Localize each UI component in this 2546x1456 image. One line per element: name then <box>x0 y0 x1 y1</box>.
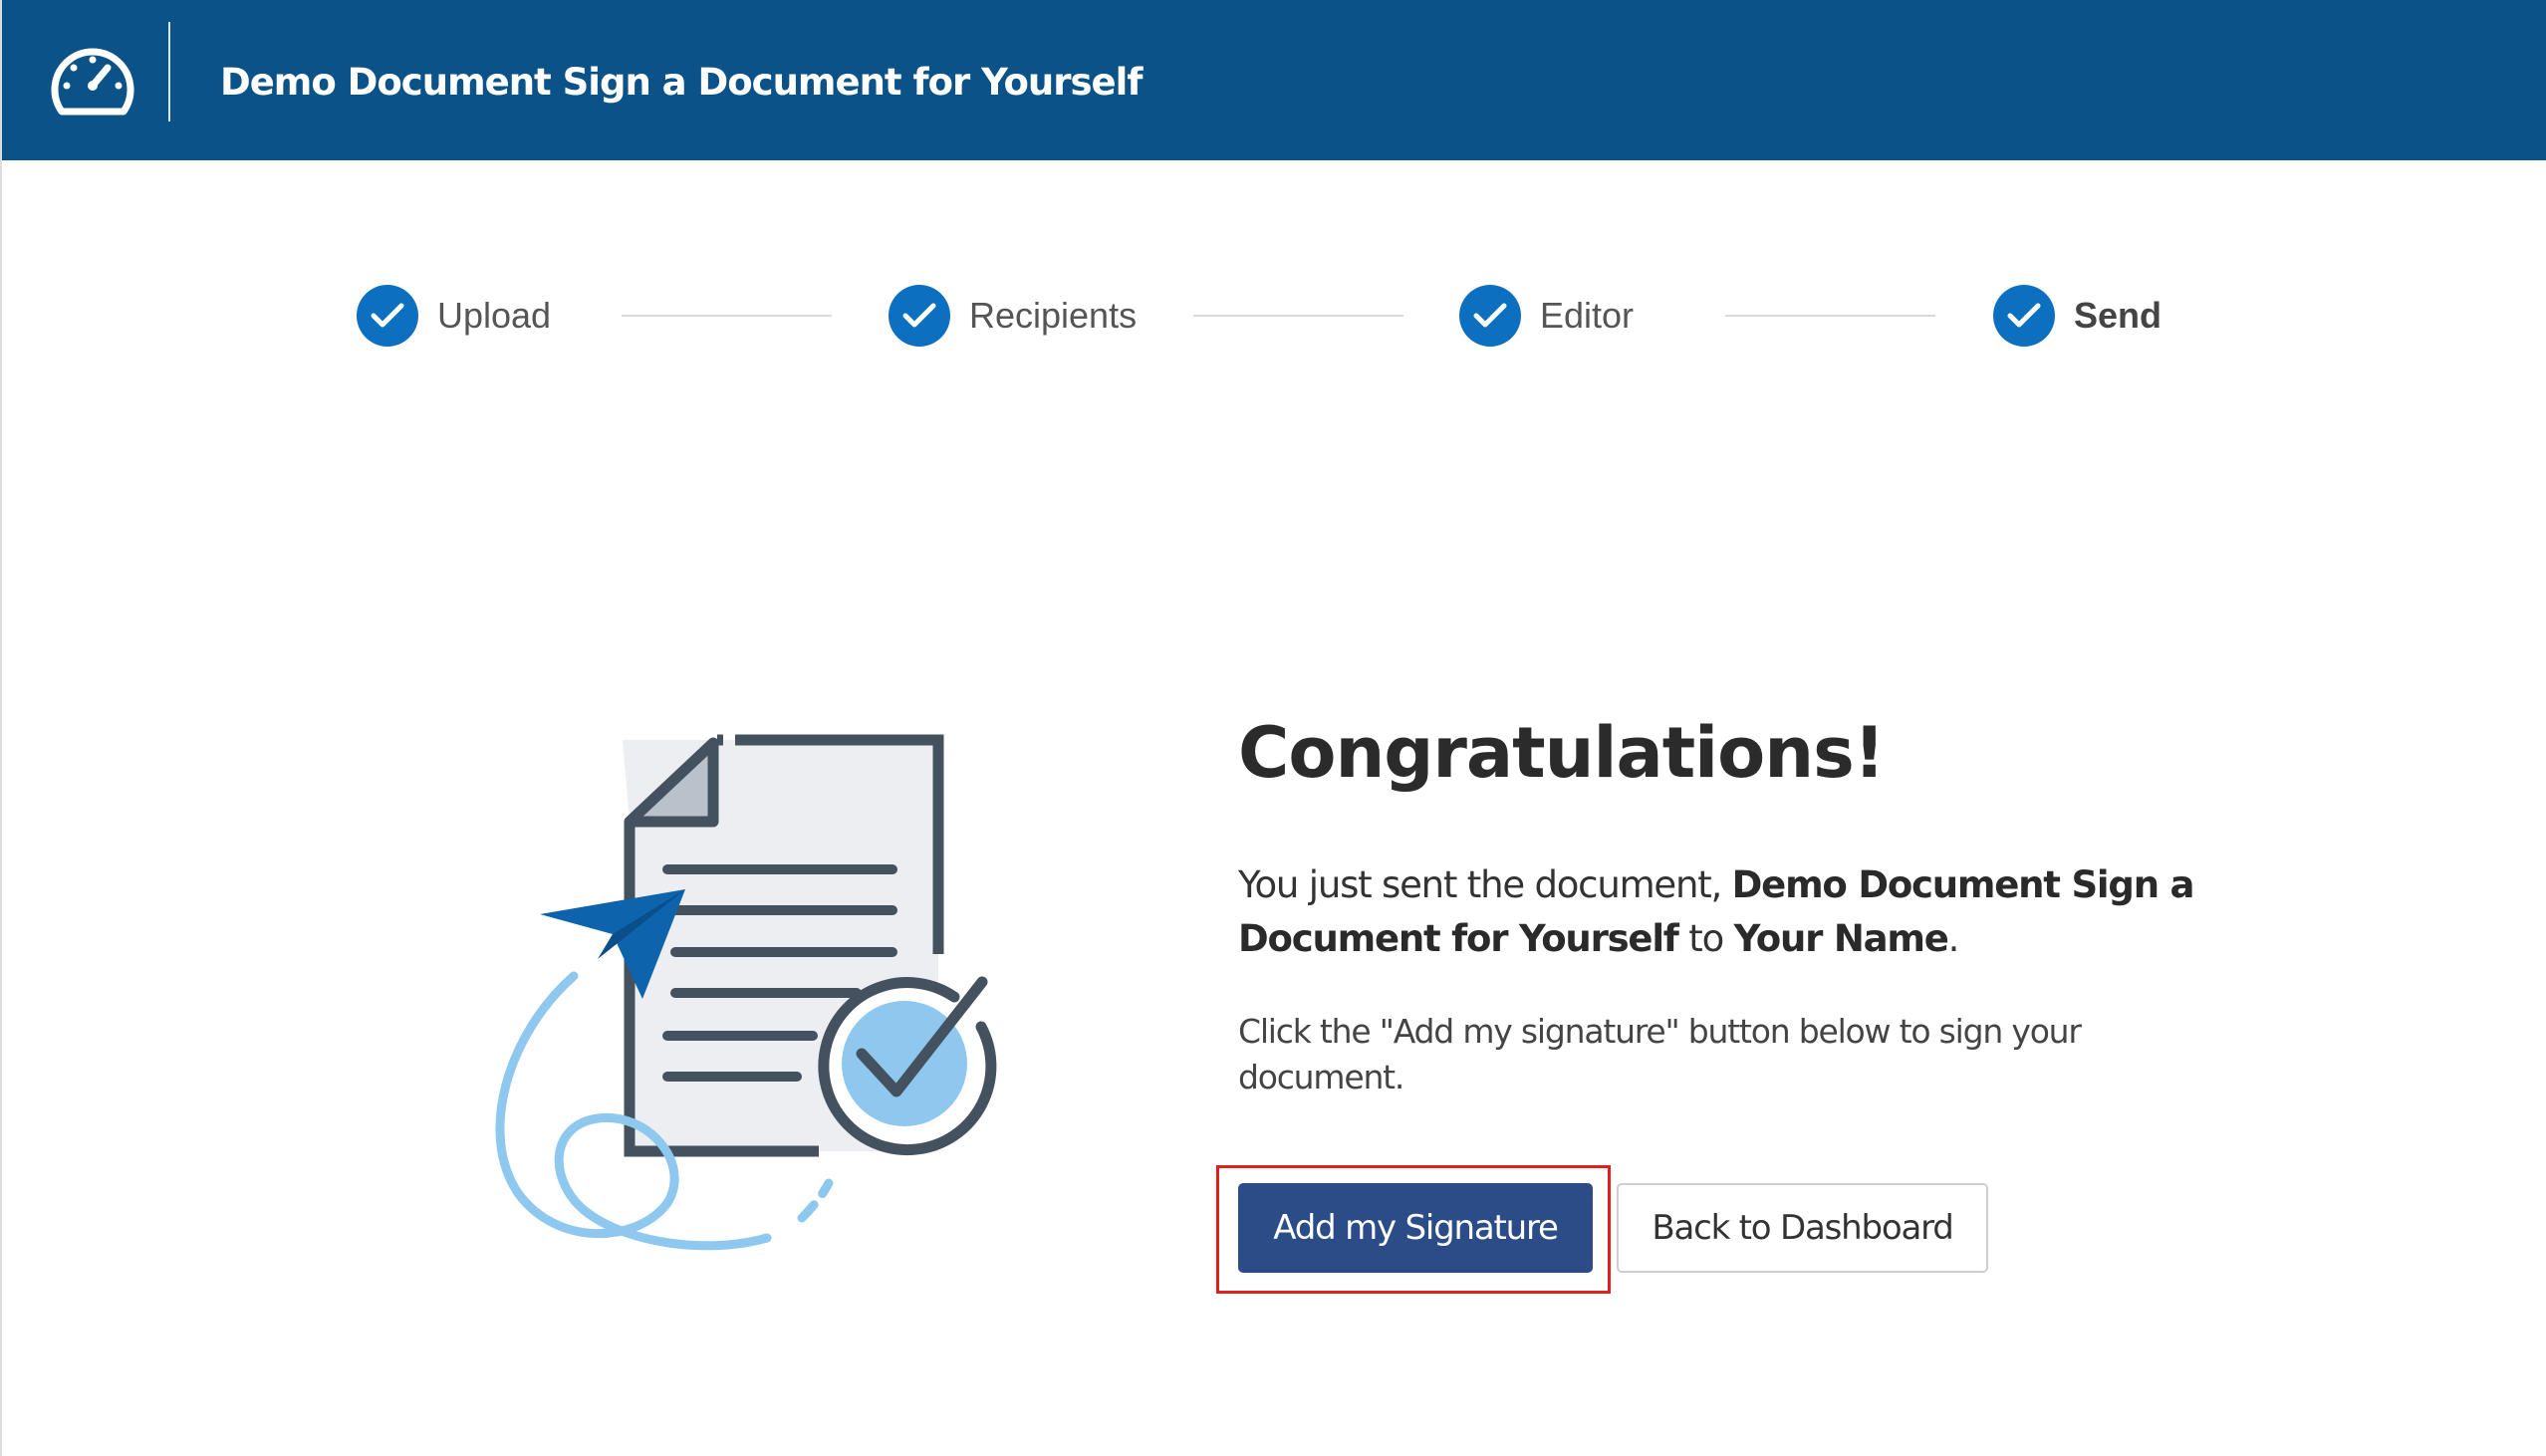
check-icon <box>1459 285 1521 347</box>
step-editor: Editor <box>1459 285 1634 347</box>
step-connector <box>1193 315 1403 317</box>
signature-instruction: Click the "Add my signature" button belo… <box>1238 1012 2082 1096</box>
app-header: Demo Document Sign a Document for Yourse… <box>2 0 2546 160</box>
step-send: Send <box>1993 285 2162 347</box>
speedometer-icon[interactable] <box>50 42 135 120</box>
document-title: Demo Document Sign a Document for Yourse… <box>220 61 1143 104</box>
check-icon <box>1993 285 2055 347</box>
header-divider <box>168 22 170 121</box>
congratulations-heading: Congratulations! <box>1238 712 1886 794</box>
document-sent-illustration <box>478 725 1016 1263</box>
check-icon <box>889 285 950 347</box>
check-icon <box>357 285 418 347</box>
step-label-send: Send <box>2074 295 2163 336</box>
sent-prefix: You just sent the document, <box>1238 863 1732 906</box>
step-recipients: Recipients <box>889 285 1137 347</box>
step-connector <box>622 315 832 317</box>
sent-suffix: . <box>1947 917 1960 960</box>
step-label-editor: Editor <box>1540 295 1635 336</box>
sent-to-text: to <box>1677 917 1734 960</box>
sent-confirmation-text: You just sent the document, Demo Documen… <box>1238 858 2254 966</box>
step-label-upload: Upload <box>437 295 552 336</box>
step-connector <box>1725 315 1935 317</box>
recipient-name: Your Name <box>1733 917 1949 960</box>
step-upload: Upload <box>357 285 551 347</box>
add-my-signature-button[interactable]: Add my Signature <box>1238 1183 1593 1273</box>
step-label-recipients: Recipients <box>969 295 1138 336</box>
back-to-dashboard-button[interactable]: Back to Dashboard <box>1617 1183 1988 1273</box>
page: Demo Document Sign a Document for Yourse… <box>0 0 2546 1456</box>
